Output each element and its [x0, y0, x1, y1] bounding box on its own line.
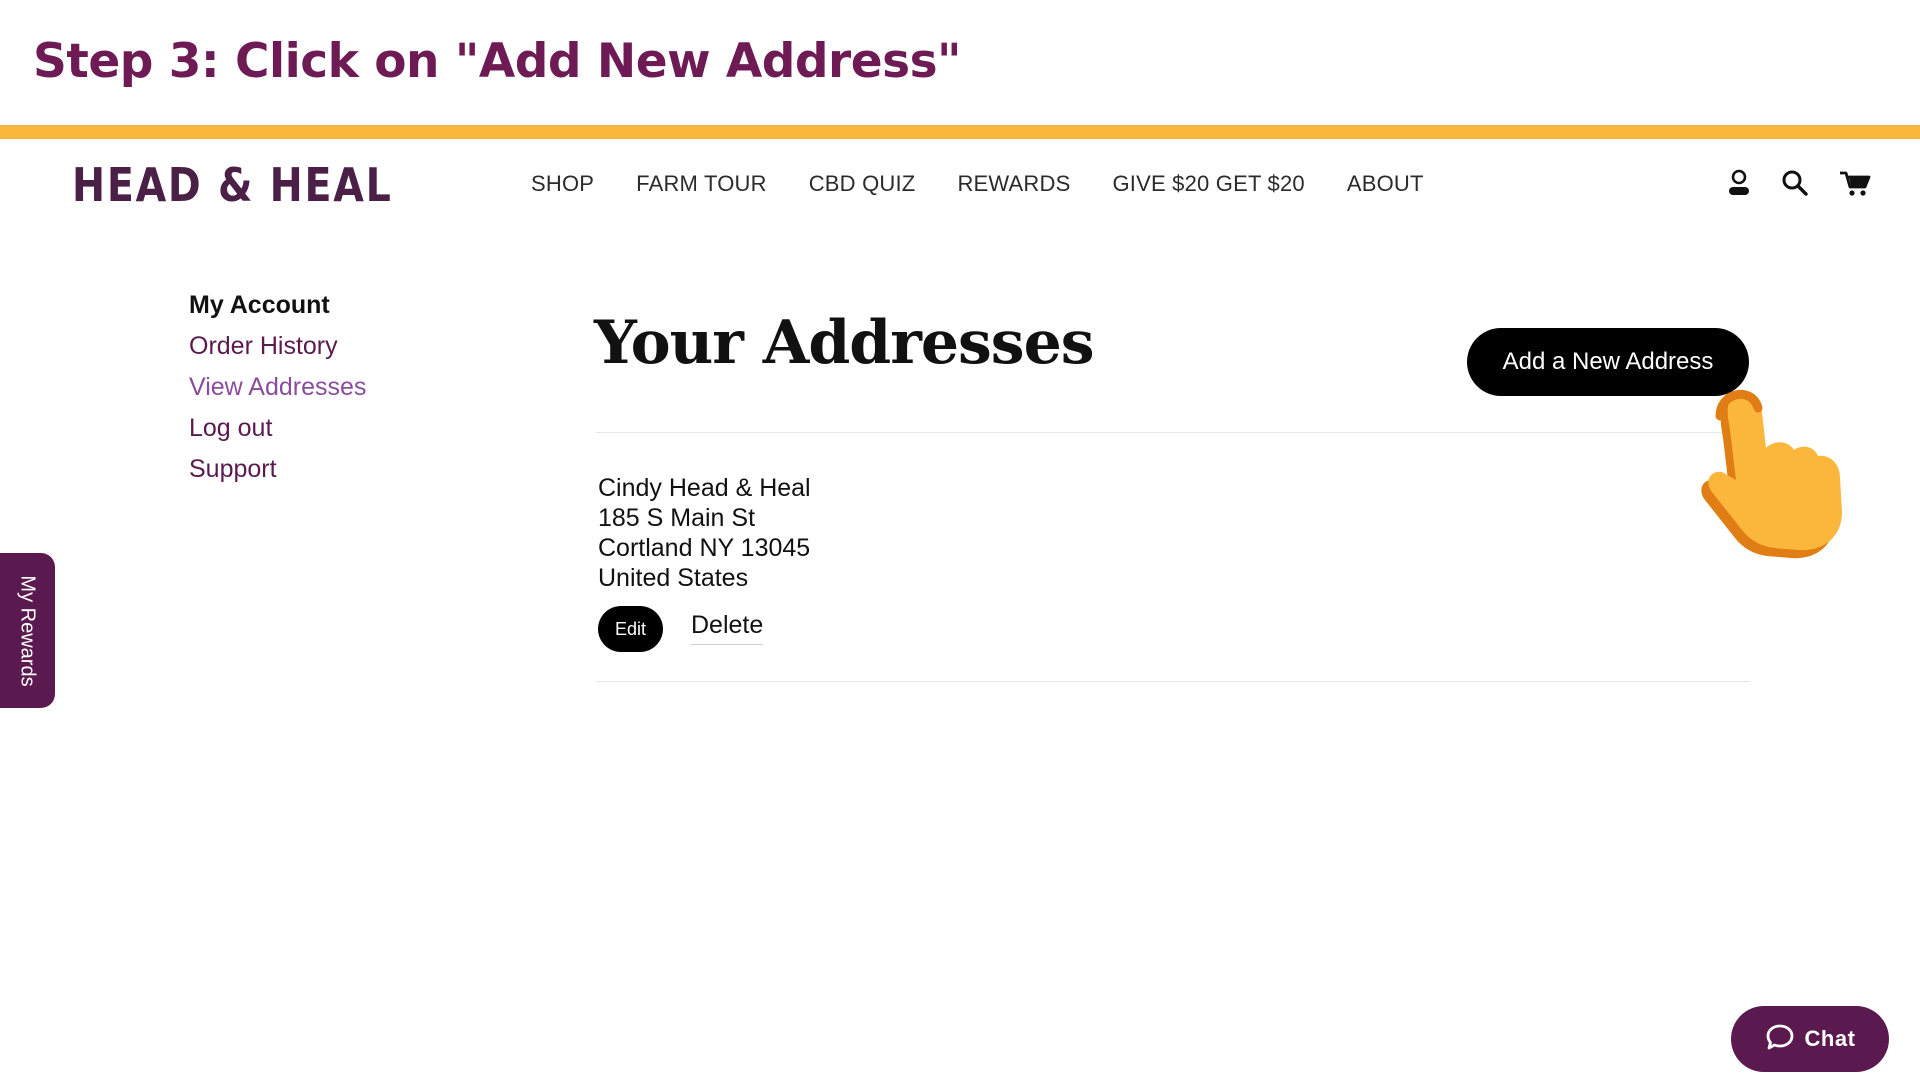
address-line-name: Cindy Head & Heal	[598, 474, 811, 502]
main-nav: SHOP FARM TOUR CBD QUIZ REWARDS GIVE $20…	[531, 171, 1424, 197]
account-sidebar: My Account Order History View Addresses …	[189, 285, 366, 490]
cart-icon[interactable]	[1838, 168, 1872, 198]
site-logo[interactable]: HEAD & HEAL	[72, 158, 393, 212]
sidebar-item-support[interactable]: Support	[189, 449, 366, 490]
edit-address-button[interactable]: Edit	[598, 606, 663, 652]
nav-item-shop[interactable]: SHOP	[531, 171, 594, 197]
chat-button[interactable]: Chat	[1731, 1006, 1889, 1072]
divider-top	[596, 432, 1750, 433]
step-instruction-title: Step 3: Click on "Add New Address"	[33, 34, 962, 89]
account-icon[interactable]	[1724, 168, 1754, 198]
chat-bubble-icon	[1765, 1023, 1795, 1056]
nav-item-farm-tour[interactable]: FARM TOUR	[636, 171, 767, 197]
page-title: Your Addresses	[594, 308, 1095, 378]
sidebar-heading-my-account: My Account	[189, 291, 330, 319]
accent-bar	[0, 125, 1920, 139]
nav-item-about[interactable]: ABOUT	[1347, 171, 1424, 197]
pointing-hand-icon	[1690, 380, 1870, 560]
address-card: Cindy Head & Heal 185 S Main St Cortland…	[598, 473, 811, 593]
nav-item-cbd-quiz[interactable]: CBD QUIZ	[809, 171, 916, 197]
nav-item-rewards[interactable]: REWARDS	[957, 171, 1070, 197]
divider-bottom	[596, 681, 1750, 682]
address-line-street: 185 S Main St	[598, 504, 756, 532]
sidebar-item-view-addresses[interactable]: View Addresses	[189, 367, 366, 408]
sidebar-item-order-history[interactable]: Order History	[189, 326, 366, 367]
nav-item-give-get[interactable]: GIVE $20 GET $20	[1112, 171, 1304, 197]
address-line-country: United States	[598, 564, 749, 592]
my-rewards-label: My Rewards	[16, 575, 39, 687]
sidebar-item-log-out[interactable]: Log out	[189, 408, 366, 449]
chat-label: Chat	[1804, 1026, 1856, 1051]
delete-address-link[interactable]: Delete	[691, 611, 764, 645]
search-icon[interactable]	[1780, 168, 1810, 198]
my-rewards-tab[interactable]: My Rewards	[0, 553, 55, 708]
address-line-city: Cortland NY 13045	[598, 534, 811, 562]
